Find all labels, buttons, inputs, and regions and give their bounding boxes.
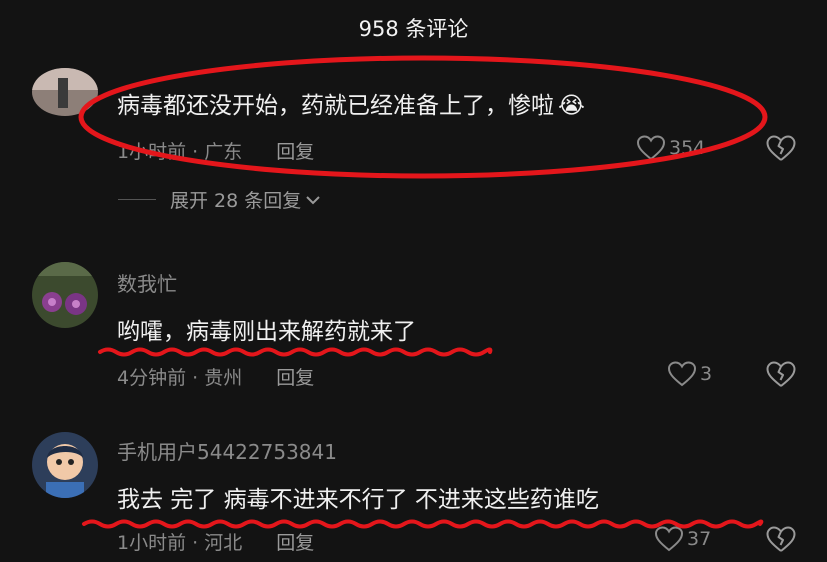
- dislike-button[interactable]: [766, 361, 796, 392]
- comment-meta: 4分钟前 · 贵州 回复: [117, 367, 315, 389]
- comment-text: 病毒都还没开始，药就已经准备上了，惨啦 😭: [117, 93, 585, 119]
- avatar[interactable]: [32, 68, 98, 116]
- reply-button[interactable]: 回复: [276, 141, 314, 163]
- expand-replies-label: 展开 28 条回复: [170, 190, 302, 212]
- crying-emoji-icon: 😭: [558, 93, 585, 119]
- username[interactable]: 手机用户54422753841: [117, 436, 337, 465]
- like-button[interactable]: 3: [668, 361, 712, 387]
- like-count: 354: [669, 137, 706, 159]
- dislike-button[interactable]: [766, 526, 796, 557]
- broken-heart-icon: [766, 135, 796, 161]
- like-button[interactable]: 354: [637, 135, 705, 161]
- comment-location: 贵州: [204, 367, 243, 389]
- like-button[interactable]: 37: [655, 526, 711, 552]
- like-count: 37: [687, 528, 712, 550]
- dislike-button[interactable]: [766, 135, 796, 166]
- broken-heart-icon: [766, 361, 796, 387]
- heart-icon: [668, 361, 696, 387]
- reply-button[interactable]: 回复: [276, 367, 314, 389]
- avatar[interactable]: [32, 432, 98, 498]
- comment-time: 1小时前: [117, 532, 187, 554]
- comment-time: 4分钟前: [117, 367, 187, 389]
- avatar[interactable]: [32, 262, 98, 328]
- comments-count-title: 958 条评论: [358, 17, 469, 41]
- comment-meta: 1小时前 · 广东 回复: [117, 141, 315, 163]
- expand-replies-button[interactable]: 展开 28 条回复: [118, 186, 321, 213]
- comment-text: 我去 完了 病毒不进来不行了 不进来这些药谁吃: [117, 487, 599, 513]
- comment-time: 1小时前: [117, 141, 187, 163]
- comment-text: 哟嚯，病毒刚出来解药就来了: [117, 319, 416, 345]
- comment-location: 广东: [204, 141, 243, 163]
- chevron-down-icon: [306, 195, 320, 204]
- comment-item: 病毒都还没开始，药就已经准备上了，惨啦 😭 1小时前 · 广东 回复 354: [0, 60, 827, 190]
- comment-item: 手机用户54422753841 我去 完了 病毒不进来不行了 不进来这些药谁吃 …: [0, 428, 827, 562]
- username[interactable]: 数我忙: [117, 268, 177, 297]
- heart-icon: [637, 135, 665, 161]
- like-count: 3: [700, 363, 713, 385]
- broken-heart-icon: [766, 526, 796, 552]
- reply-button[interactable]: 回复: [276, 532, 314, 554]
- comment-location: 河北: [204, 532, 243, 554]
- comment-meta: 1小时前 · 河北 回复: [117, 532, 315, 554]
- heart-icon: [655, 526, 683, 552]
- comment-item: 数我忙 哟嚯，病毒刚出来解药就来了 4分钟前 · 贵州 回复 3: [0, 258, 827, 398]
- divider: [118, 199, 156, 200]
